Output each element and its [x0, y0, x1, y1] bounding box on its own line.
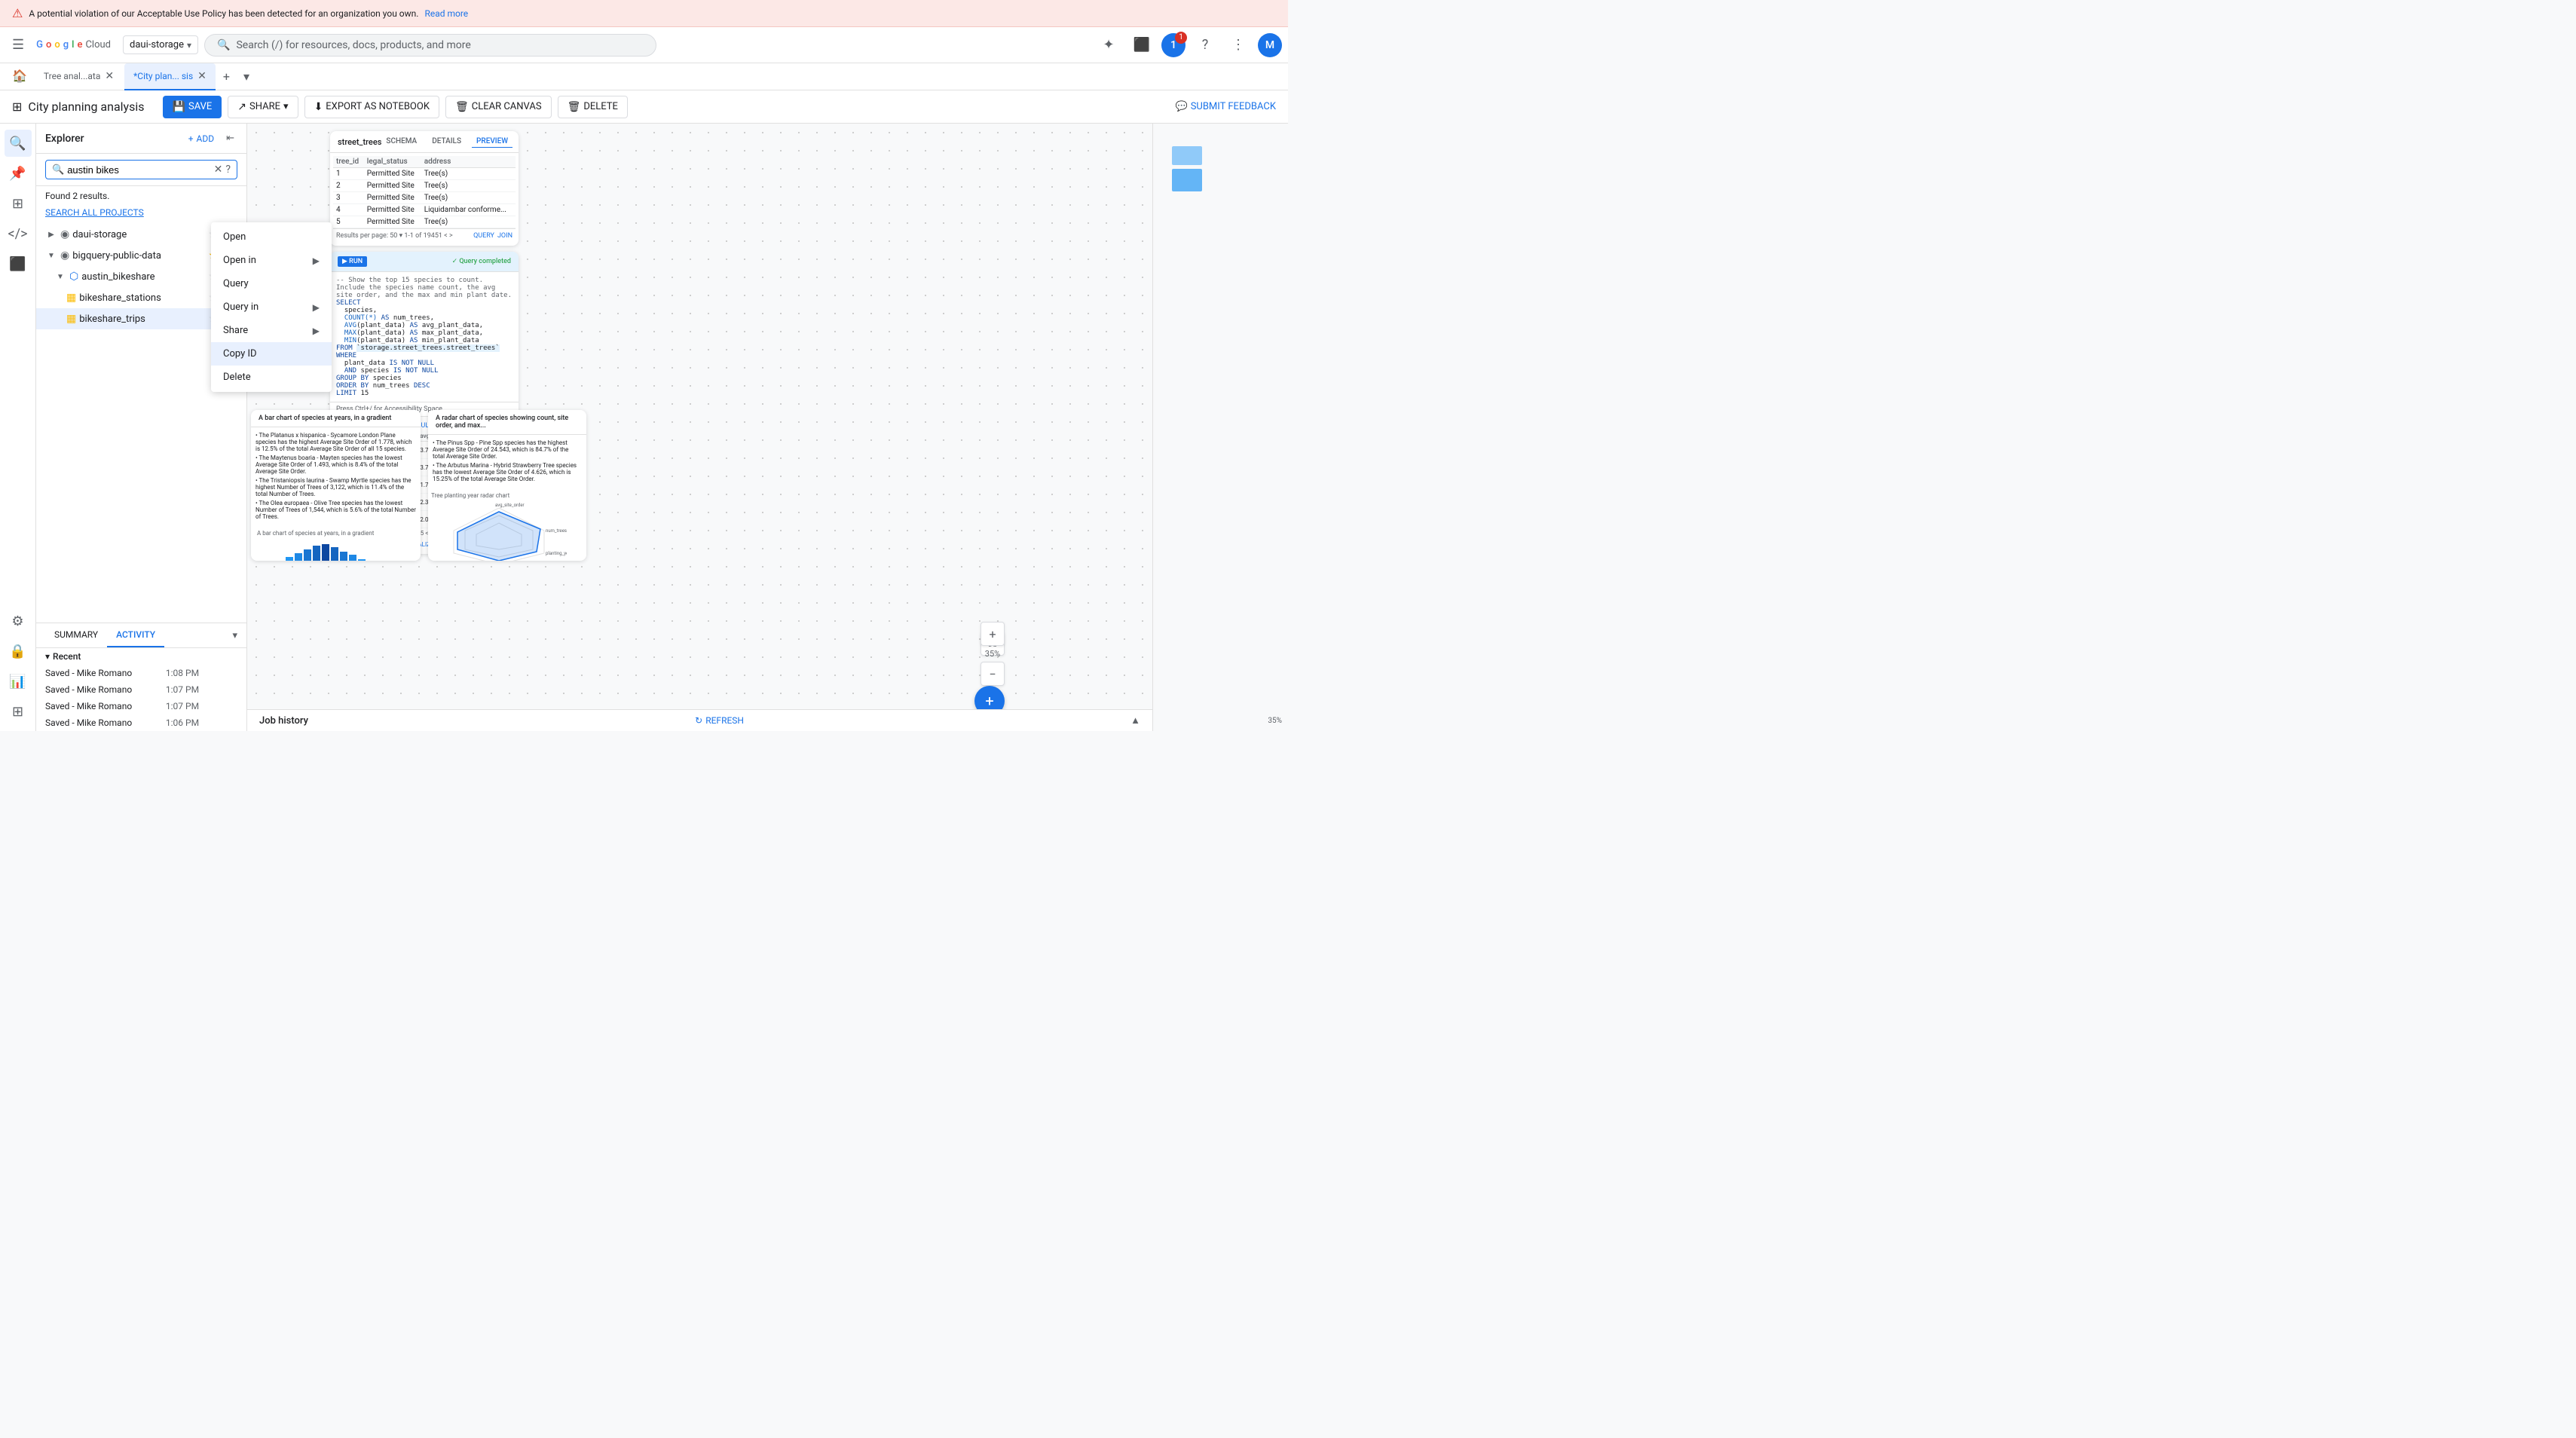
- query-in-arrow-icon: ▶: [313, 302, 320, 313]
- context-menu-copy-id[interactable]: Copy ID: [211, 342, 332, 366]
- context-query-label: Query: [223, 278, 249, 289]
- context-menu-query-in[interactable]: Query in ▶: [211, 295, 332, 319]
- context-menu-open[interactable]: Open: [211, 225, 332, 249]
- context-menu-overlay[interactable]: [0, 0, 2576, 1438]
- context-query-in-label: Query in: [223, 301, 259, 313]
- context-open-in-label: Open in: [223, 255, 256, 266]
- open-in-arrow-icon: ▶: [313, 255, 320, 266]
- share-arrow-icon: ▶: [313, 326, 320, 336]
- context-menu-query[interactable]: Query: [211, 272, 332, 295]
- context-share-label: Share: [223, 325, 248, 336]
- context-menu-share[interactable]: Share ▶: [211, 319, 332, 342]
- context-menu-open-in[interactable]: Open in ▶: [211, 249, 332, 272]
- context-open-label: Open: [223, 231, 246, 243]
- context-delete-label: Delete: [223, 372, 251, 383]
- context-copy-id-label: Copy ID: [223, 348, 257, 360]
- context-menu: Open Open in ▶ Query Query in ▶ Share ▶ …: [211, 222, 332, 392]
- context-menu-delete[interactable]: Delete: [211, 366, 332, 389]
